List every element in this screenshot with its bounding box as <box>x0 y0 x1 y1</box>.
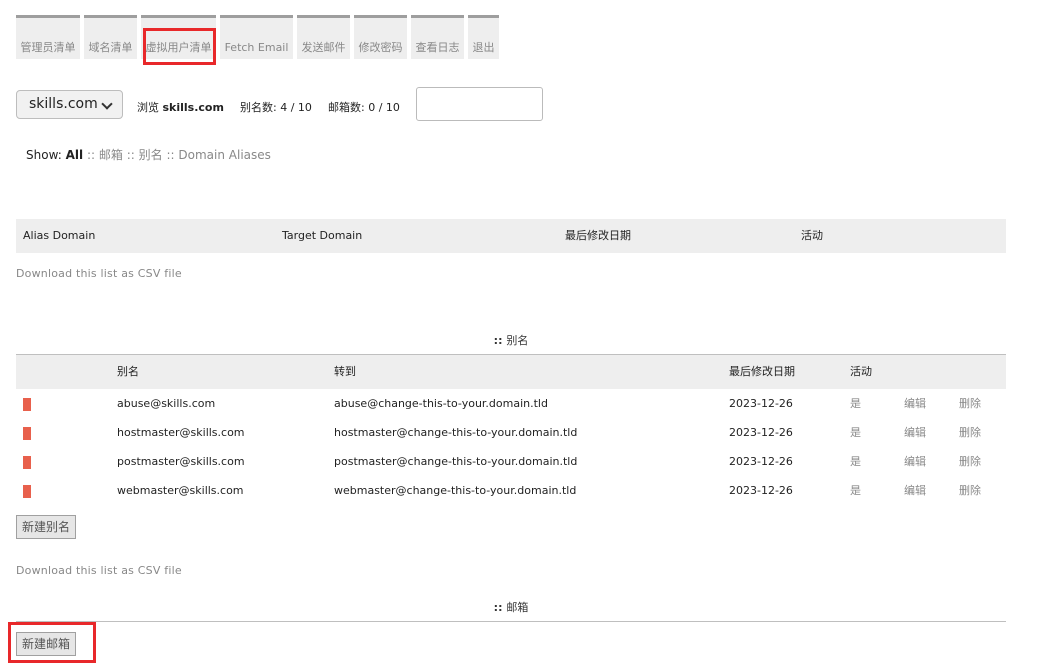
alias-modified: 2023-12-26 <box>729 484 793 497</box>
aliases-section-title: :: 别名 <box>0 332 1022 348</box>
section-title-text: 别名 <box>506 334 529 347</box>
alias-goto: webmaster@change-this-to-your.domain.tld <box>334 484 577 497</box>
column-header-target-domain: Target Domain <box>282 229 363 242</box>
table-row: abuse@skills.com abuse@change-this-to-yo… <box>16 389 1006 418</box>
browse-domain: skills.com <box>162 101 224 114</box>
domain-select-value: skills.com <box>29 96 98 112</box>
tab-send-mail[interactable]: 发送邮件 <box>297 15 350 59</box>
search-input[interactable] <box>416 87 543 121</box>
alias-address: hostmaster@skills.com <box>117 426 245 439</box>
alias-flag-icon <box>23 485 31 498</box>
alias-active-toggle[interactable]: 是 <box>850 447 861 476</box>
section-title-text: 邮箱 <box>506 601 529 614</box>
alias-count: 别名数: 4 / 10 <box>240 101 312 114</box>
tab-view-log[interactable]: 查看日志 <box>411 15 464 59</box>
alias-modified: 2023-12-26 <box>729 397 793 410</box>
alias-goto: hostmaster@change-this-to-your.domain.tl… <box>334 426 578 439</box>
alias-goto: postmaster@change-this-to-your.domain.tl… <box>334 455 578 468</box>
tab-virtual-user-list[interactable]: 虚拟用户清单 <box>141 15 216 59</box>
show-filter-label: Show: <box>26 148 62 162</box>
column-header-last-modified: 最后修改日期 <box>565 229 631 242</box>
tab-logout[interactable]: 退出 <box>468 15 499 59</box>
filter-separator: :: <box>86 148 96 162</box>
alias-active-toggle[interactable]: 是 <box>850 389 861 418</box>
section-divider <box>16 621 1006 622</box>
aliases-csv-link[interactable]: Download this list as CSV file <box>16 564 182 577</box>
alias-modified: 2023-12-26 <box>729 426 793 439</box>
edit-link[interactable]: 编辑 <box>904 447 926 476</box>
domain-aliases-table-header: Alias Domain Target Domain 最后修改日期 活动 <box>16 219 1006 253</box>
delete-link[interactable]: 删除 <box>959 418 981 447</box>
alias-active-toggle[interactable]: 是 <box>850 476 861 505</box>
delete-link[interactable]: 删除 <box>959 476 981 505</box>
table-row: webmaster@skills.com webmaster@change-th… <box>16 476 1006 505</box>
alias-flag-icon <box>23 456 31 469</box>
browse-label: 浏览 skills.com <box>137 99 224 115</box>
table-row: postmaster@skills.com postmaster@change-… <box>16 447 1006 476</box>
column-header-active: 活动 <box>801 229 823 242</box>
new-mailbox-button[interactable]: 新建邮箱 <box>16 632 76 656</box>
alias-flag-icon <box>23 398 31 411</box>
mailboxes-section-title: :: 邮箱 <box>0 599 1022 615</box>
edit-link[interactable]: 编辑 <box>904 476 926 505</box>
alias-address: postmaster@skills.com <box>117 455 245 468</box>
table-row: hostmaster@skills.com hostmaster@change-… <box>16 418 1006 447</box>
column-header-goto: 转到 <box>334 365 356 378</box>
tab-change-password[interactable]: 修改密码 <box>354 15 407 59</box>
column-header-last-modified: 最后修改日期 <box>729 365 795 378</box>
filter-separator: :: <box>166 148 175 162</box>
column-header-alias-domain: Alias Domain <box>23 229 96 242</box>
delete-link[interactable]: 删除 <box>959 447 981 476</box>
tab-domain-list[interactable]: 域名清单 <box>84 15 137 59</box>
alias-address: abuse@skills.com <box>117 397 216 410</box>
aliases-table-header: 别名 转到 最后修改日期 活动 <box>16 355 1006 389</box>
delete-link[interactable]: 删除 <box>959 389 981 418</box>
alias-modified: 2023-12-26 <box>729 455 793 468</box>
column-header-alias: 别名 <box>117 365 139 378</box>
filter-aliases[interactable]: 别名 <box>139 148 163 162</box>
alias-active-toggle[interactable]: 是 <box>850 418 861 447</box>
new-alias-button[interactable]: 新建别名 <box>16 515 76 539</box>
tab-admin-list[interactable]: 管理员清单 <box>16 15 80 59</box>
chevron-down-icon <box>101 98 113 110</box>
domain-aliases-csv-link[interactable]: Download this list as CSV file <box>16 267 182 280</box>
filter-domain-aliases[interactable]: Domain Aliases <box>178 148 271 162</box>
filter-all[interactable]: All <box>66 148 84 162</box>
mailbox-count: 邮箱数: 0 / 10 <box>328 101 400 114</box>
tab-fetch-email[interactable]: Fetch Email <box>220 15 293 59</box>
edit-link[interactable]: 编辑 <box>904 418 926 447</box>
filter-separator: :: <box>126 148 135 162</box>
filter-mailboxes[interactable]: 邮箱 <box>99 148 123 162</box>
show-filter: Show: All :: 邮箱 :: 别名 :: Domain Aliases <box>26 146 271 163</box>
browse-prefix: 浏览 <box>137 101 159 114</box>
alias-address: webmaster@skills.com <box>117 484 244 497</box>
alias-goto: abuse@change-this-to-your.domain.tld <box>334 397 548 410</box>
section-title-prefix: :: <box>493 601 503 614</box>
domain-select[interactable]: skills.com <box>16 90 123 119</box>
section-title-prefix: :: <box>493 334 503 347</box>
alias-flag-icon <box>23 427 31 440</box>
edit-link[interactable]: 编辑 <box>904 389 926 418</box>
column-header-active: 活动 <box>850 365 872 378</box>
